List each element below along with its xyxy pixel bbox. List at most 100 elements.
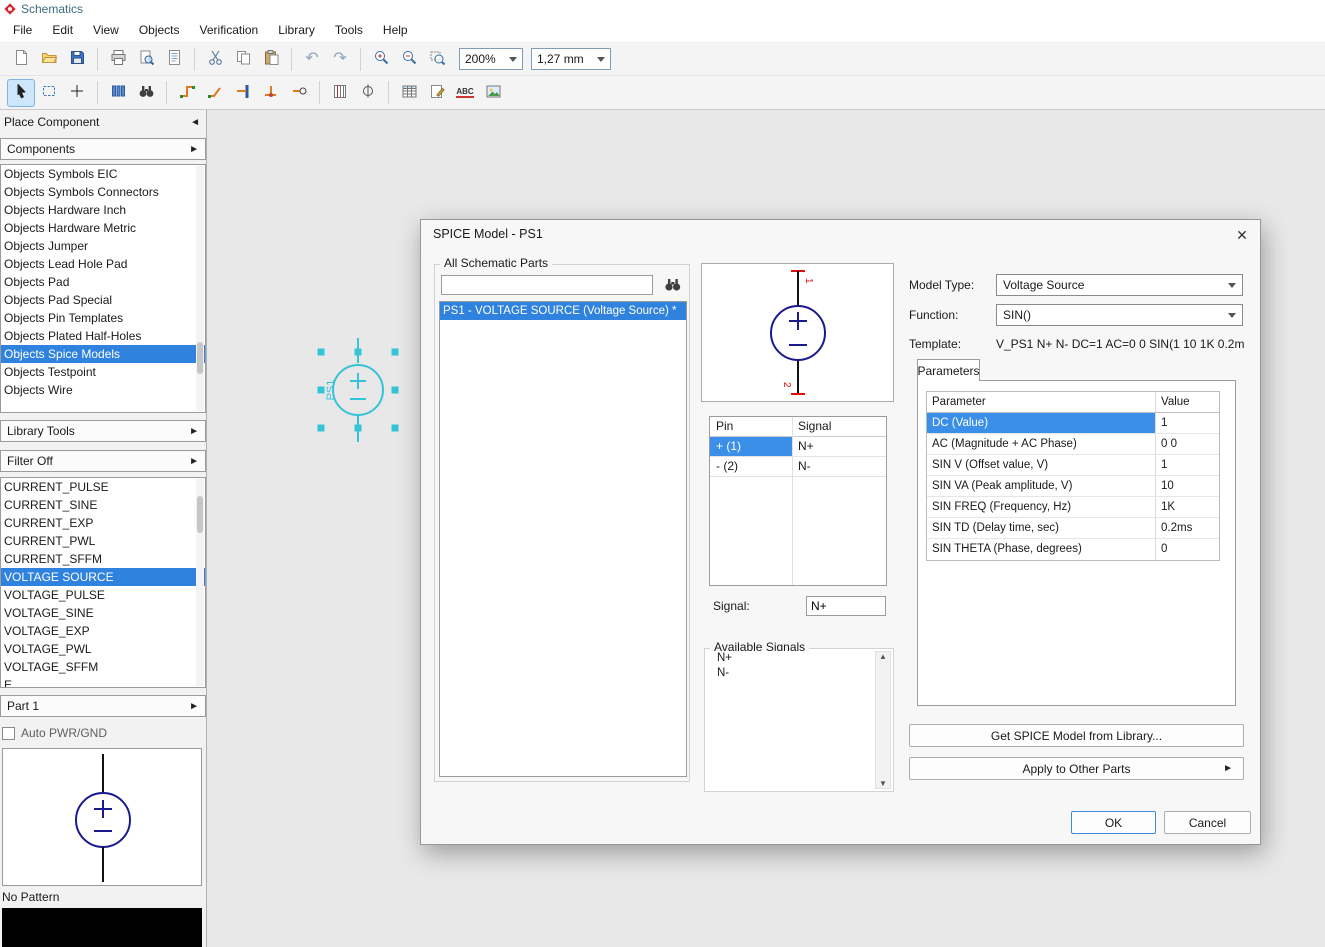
collapse-panel-icon[interactable]: ◄ [190, 117, 200, 128]
signal-cell[interactable]: N+ [792, 437, 886, 456]
library-item[interactable]: Objects Plated Half-Holes [1, 327, 205, 345]
scroll-up-icon[interactable]: ▲ [879, 652, 887, 661]
library-item-selected[interactable]: Objects Spice Models [1, 345, 205, 363]
component-item[interactable]: VOLTAGE_EXP [1, 622, 205, 640]
menu-objects[interactable]: Objects [129, 18, 190, 42]
value-cell[interactable]: 1 [1156, 413, 1219, 433]
parameter-cell[interactable]: SIN FREQ (Frequency, Hz) [927, 497, 1156, 517]
convert-to-pcb-button[interactable] [423, 79, 451, 107]
menu-edit[interactable]: Edit [42, 18, 83, 42]
cancel-button[interactable]: Cancel [1164, 811, 1251, 834]
auto-pwr-checkbox[interactable] [2, 727, 15, 740]
parameter-row[interactable]: AC (Magnitude + AC Phase) 0 0 [927, 434, 1219, 455]
tab-parameters[interactable]: Parameters [917, 359, 980, 381]
component-item-selected[interactable]: VOLTAGE SOURCE [1, 568, 205, 586]
component-item[interactable]: VOLTAGE_PULSE [1, 586, 205, 604]
parts-search-input[interactable] [441, 275, 653, 295]
component-list-scrollbar[interactable] [196, 479, 204, 686]
parameter-row[interactable]: SIN TD (Delay time, sec) 0.2ms [927, 518, 1219, 539]
signals-scrollbar[interactable]: ▲ ▼ [875, 651, 891, 789]
parameter-row[interactable]: SIN V (Offset value, V) 1 [927, 455, 1219, 476]
save-button[interactable] [63, 45, 91, 73]
new-document-button[interactable] [7, 45, 35, 73]
part-section-bar[interactable]: Part 1 ► [0, 695, 206, 717]
parameter-cell[interactable]: SIN VA (Peak amplitude, V) [927, 476, 1156, 496]
library-item[interactable]: Objects Pin Templates [1, 309, 205, 327]
value-cell[interactable]: 0.2ms [1156, 518, 1219, 538]
parameter-row[interactable]: SIN VA (Peak amplitude, V) 10 [927, 476, 1219, 497]
place-title-block-button[interactable] [354, 79, 382, 107]
pin-cell-selected[interactable]: + (1) [710, 437, 792, 456]
signal-input[interactable] [806, 596, 886, 616]
component-item[interactable]: CURRENT_PWL [1, 532, 205, 550]
library-item[interactable]: Objects Hardware Inch [1, 201, 205, 219]
menu-help[interactable]: Help [373, 18, 418, 42]
menu-tools[interactable]: Tools [325, 18, 373, 42]
signal-option[interactable]: N- [707, 666, 873, 681]
library-item[interactable]: Objects Testpoint [1, 363, 205, 381]
find-component-button[interactable] [132, 79, 160, 107]
filter-section-bar[interactable]: Filter Off ► [0, 450, 206, 472]
zoom-window-button[interactable] [423, 45, 451, 73]
component-table-button[interactable] [395, 79, 423, 107]
close-icon[interactable]: ✕ [1232, 225, 1252, 245]
components-section-bar[interactable]: Components ► [0, 138, 206, 160]
cut-button[interactable] [201, 45, 229, 73]
zoom-in-button[interactable] [367, 45, 395, 73]
library-item[interactable]: Objects Pad [1, 273, 205, 291]
value-cell[interactable]: 10 [1156, 476, 1219, 496]
component-item[interactable]: CURRENT_EXP [1, 514, 205, 532]
library-item[interactable]: Objects Symbols EIC [1, 165, 205, 183]
parameter-cell[interactable]: SIN THETA (Phase, degrees) [927, 539, 1156, 560]
pin-row[interactable]: - (2) N- [710, 457, 886, 477]
menu-library[interactable]: Library [268, 18, 325, 42]
component-item[interactable]: VOLTAGE_SFFM [1, 658, 205, 676]
apply-to-other-parts-button[interactable]: Apply to Other Parts ► [909, 757, 1244, 780]
marquee-tool-button[interactable] [35, 79, 63, 107]
library-tools-section-bar[interactable]: Library Tools ► [0, 420, 206, 442]
place-bus-connection-button[interactable] [257, 79, 285, 107]
dialog-titlebar[interactable]: SPICE Model - PS1 [421, 220, 1260, 248]
component-item[interactable]: VOLTAGE_PWL [1, 640, 205, 658]
place-bus-button[interactable] [229, 79, 257, 107]
undo-button[interactable]: ↶ [298, 45, 326, 73]
pin-row[interactable]: + (1) N+ [710, 437, 886, 457]
library-item[interactable]: Objects Wire [1, 381, 205, 399]
print-button[interactable] [104, 45, 132, 73]
scroll-down-icon[interactable]: ▼ [879, 779, 887, 788]
signal-option[interactable]: N+ [707, 651, 873, 666]
component-item[interactable]: E [1, 676, 205, 688]
menu-view[interactable]: View [83, 18, 129, 42]
place-text-button[interactable]: ABC [451, 79, 479, 107]
library-item[interactable]: Objects Hardware Metric [1, 219, 205, 237]
parameter-cell[interactable]: AC (Magnitude + AC Phase) [927, 434, 1156, 454]
function-select[interactable]: SIN() [996, 304, 1243, 326]
component-item[interactable]: CURRENT_SINE [1, 496, 205, 514]
component-item[interactable]: CURRENT_PULSE [1, 478, 205, 496]
select-tool-button[interactable] [7, 79, 35, 107]
copy-button[interactable] [229, 45, 257, 73]
value-cell[interactable]: 1 [1156, 455, 1219, 475]
library-item[interactable]: Objects Jumper [1, 237, 205, 255]
place-wire-diagonal-button[interactable] [201, 79, 229, 107]
open-button[interactable] [35, 45, 63, 73]
parameter-row[interactable]: SIN FREQ (Frequency, Hz) 1K [927, 497, 1219, 518]
library-list-scrollbar[interactable] [196, 166, 204, 411]
zoom-level-select[interactable]: 200% [459, 48, 523, 70]
parameter-row[interactable]: SIN THETA (Phase, degrees) 0 [927, 539, 1219, 560]
parameter-cell-selected[interactable]: DC (Value) [927, 413, 1156, 433]
parameter-cell[interactable]: SIN V (Offset value, V) [927, 455, 1156, 475]
origin-tool-button[interactable] [63, 79, 91, 107]
value-cell[interactable]: 0 [1156, 539, 1219, 560]
grid-size-select[interactable]: 1,27 mm [531, 48, 611, 70]
ok-button[interactable]: OK [1071, 811, 1156, 834]
library-item[interactable]: Objects Lead Hole Pad [1, 255, 205, 273]
place-frame-button[interactable] [326, 79, 354, 107]
place-net-port-button[interactable] [285, 79, 313, 107]
menu-verification[interactable]: Verification [190, 18, 269, 42]
model-type-select[interactable]: Voltage Source [996, 274, 1243, 296]
redo-button[interactable]: ↷ [326, 45, 354, 73]
selected-component-ps1[interactable]: PS1 [305, 330, 415, 455]
value-cell[interactable]: 1K [1156, 497, 1219, 517]
menu-file[interactable]: File [3, 18, 42, 42]
